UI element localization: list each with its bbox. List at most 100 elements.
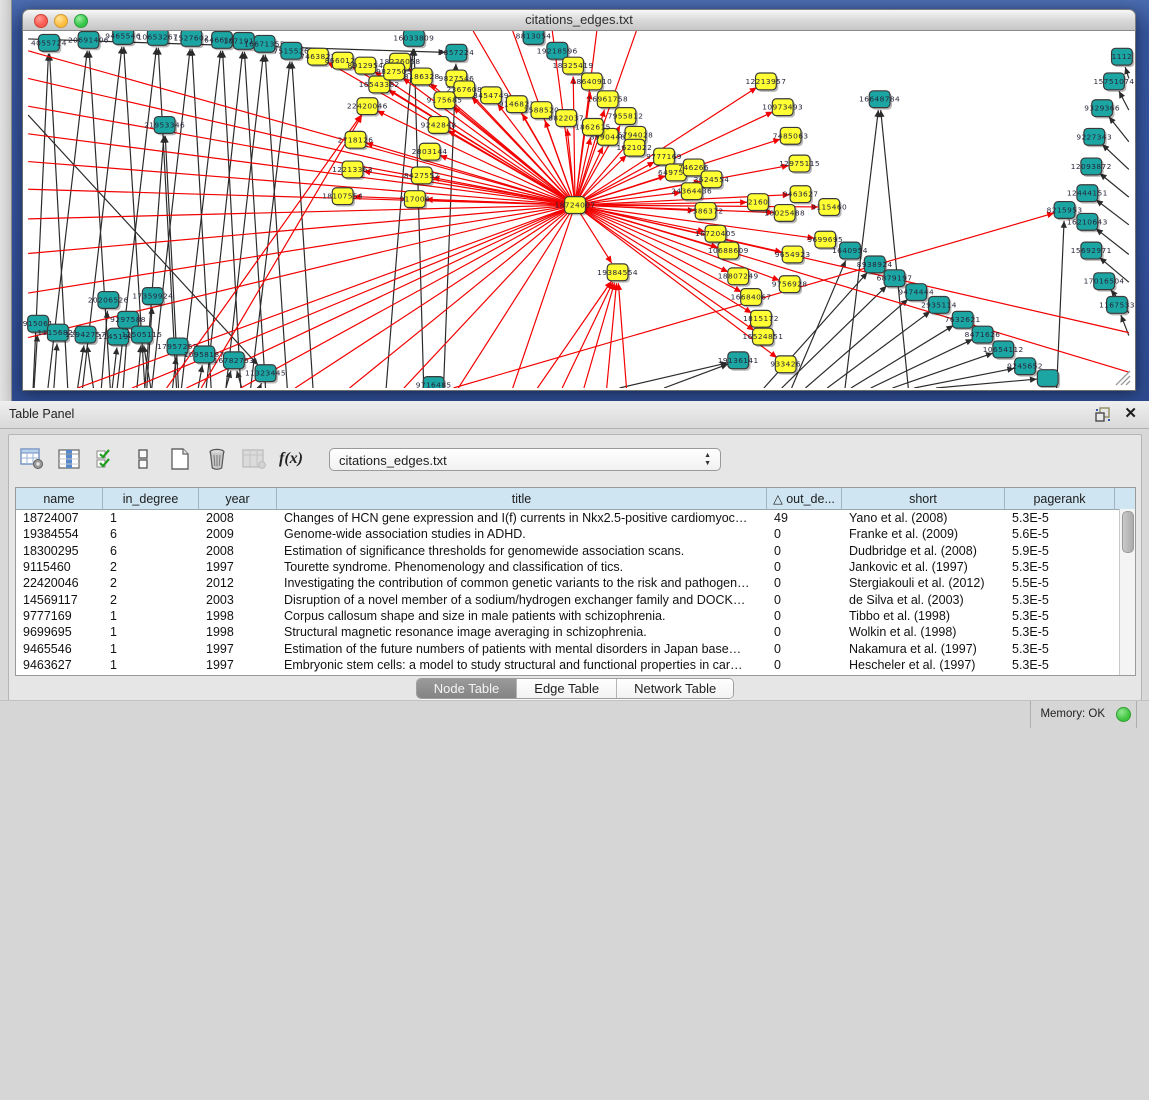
column-header-short[interactable]: short [842,488,1005,509]
table-cell: Changes of HCN gene expression and I(f) … [277,511,767,525]
graph-node-label: 12213363 [332,165,373,174]
graph-node-label: 2718126 [338,135,374,144]
graph-edge[interactable] [28,51,575,205]
row-height-icon[interactable] [130,446,156,472]
graph-node-label: 9175685 [427,96,463,105]
window-titlebar[interactable]: citations_edges.txt [22,9,1136,31]
table-panel: Table Panel ✕ [0,401,1149,727]
column-header-name[interactable]: name [16,488,103,509]
window-title: citations_edges.txt [23,12,1135,27]
show-columns-icon[interactable] [56,446,82,472]
tab-network-table[interactable]: Network Table [617,679,733,698]
graph-edge[interactable] [295,205,575,388]
edge-arrowhead [1124,67,1130,75]
graph-node-label: 6794028 [617,130,653,139]
graph-node-label: 24364436 [671,187,712,196]
table-row[interactable]: 1830029562008Estimation of significance … [16,543,1135,559]
table-cell: 6 [103,544,199,558]
table-cell: 9777169 [16,609,103,623]
graph-edge[interactable] [618,283,626,388]
table-row[interactable]: 946554611997Estimation of the future num… [16,640,1135,656]
close-panel-icon[interactable]: ✕ [1124,405,1137,423]
cytoscape-app: { "window": { "title": "citations_edges.… [0,0,1149,727]
network-view-window[interactable]: citations_edges.txt 18724007193845544055… [22,9,1136,390]
table-cell: 6 [103,527,199,541]
table-selector-dropdown[interactable]: citations_edges.txt ▲▼ [329,448,721,471]
table-panel-title: Table Panel [9,407,74,421]
table-vertical-scrollbar[interactable] [1119,509,1135,675]
new-table-icon[interactable] [167,446,193,472]
graph-node-label: 2160 [748,198,768,207]
table-cell: 0 [767,642,842,656]
table-cell: 5.6E-5 [1005,527,1115,541]
edge-arrowhead [256,383,262,388]
graph-node-label: 7632621 [945,315,981,324]
function-builder-icon[interactable]: f(x) [278,446,304,472]
table-cell: 5.5E-5 [1005,576,1115,590]
graph-edge[interactable] [201,116,362,388]
graph-edge[interactable] [101,311,107,388]
graph-edge[interactable] [537,281,611,388]
select-rows-icon[interactable] [93,446,119,472]
scrollbar-thumb[interactable] [1122,511,1134,553]
float-panel-icon[interactable] [1095,407,1111,422]
memory-ok-indicator[interactable] [1116,707,1131,722]
window-resize-grip[interactable] [1112,367,1132,387]
graph-node-label: 12505115 [121,330,162,339]
table-cell: Nakamura et al. (1997) [842,642,1005,656]
graph-edge[interactable] [386,49,413,388]
table-row[interactable]: 1938455462009Genome-wide association stu… [16,526,1135,542]
edge-arrowhead [605,256,611,264]
table-row[interactable]: 1456911722003Disruption of a novel membe… [16,591,1135,607]
graph-edge[interactable] [292,62,313,388]
graph-node-label: 8471626 [965,330,1001,339]
column-header-in_degree[interactable]: in_degree [103,488,199,509]
graph-edge[interactable] [1057,221,1064,388]
graph-node-label: 16210643 [1067,217,1108,226]
table-cell: Investigating the contribution of common… [277,576,767,590]
table-row[interactable]: 911546021997Tourette syndrome. Phenomeno… [16,559,1135,575]
delete-table-icon[interactable] [204,446,230,472]
graph-node-label: 9463627 [783,190,819,199]
graph-edge[interactable] [513,205,575,388]
table-panel-body: f(x) citations_edges.txt ▲▼ namein_degre… [8,434,1140,1100]
table-settings-icon[interactable] [19,446,45,472]
column-header-pagerank[interactable]: pagerank [1005,488,1115,509]
citation-network-graph[interactable]: 1872400719384554405572420691406946554610… [23,31,1135,388]
table-row[interactable]: 977716911998Corpus callosum shape and si… [16,608,1135,624]
table-cell: Dudbridge et al. (2008) [842,544,1005,558]
table-row[interactable]: 946362711997Embryonic stem cells: a mode… [16,657,1135,673]
table-panel-header[interactable]: Table Panel ✕ [0,401,1149,429]
graph-node-label: 17359924 [132,292,173,301]
graph-edge[interactable] [881,110,909,388]
table-cell: 5.3E-5 [1005,560,1115,574]
column-header-title[interactable]: title [277,488,767,509]
graph-node-label: 10653267 [137,32,178,41]
table-cell: 0 [767,527,842,541]
graph-edge[interactable] [871,339,973,388]
graph-edge[interactable] [607,283,617,388]
graph-edge[interactable] [664,364,728,388]
graph-node[interactable] [1037,370,1058,387]
graph-edge[interactable] [28,106,575,205]
column-header-year[interactable]: year [199,488,277,509]
graph-edge[interactable] [805,299,908,388]
graph-edge[interactable] [33,54,48,388]
table-row[interactable]: 1872400712008Changes of HCN gene express… [16,510,1135,526]
graph-edge[interactable] [562,282,613,388]
network-canvas[interactable]: 1872400719384554405572420691406946554610… [22,31,1136,391]
edge-arrowhead [113,347,119,354]
graph-node-label: 20206526 [88,295,129,304]
table-row[interactable]: 969969511998Structural magnetic resonanc… [16,624,1135,640]
tab-edge-table[interactable]: Edge Table [517,679,617,698]
graph-edge[interactable] [265,55,287,388]
table-cell: 1997 [199,658,277,672]
tab-node-table[interactable]: Node Table [417,679,518,698]
graph-node-label: 10025488 [764,208,805,217]
table-row[interactable]: 2242004622012Investigating the contribut… [16,575,1135,591]
table-cell: Franke et al. (2009) [842,527,1005,541]
table-cell: 2008 [199,511,277,525]
column-header-out_de[interactable]: △ out_de... [767,488,842,509]
table-cell: 1 [103,511,199,525]
graph-node-label: 7857224 [438,48,474,57]
